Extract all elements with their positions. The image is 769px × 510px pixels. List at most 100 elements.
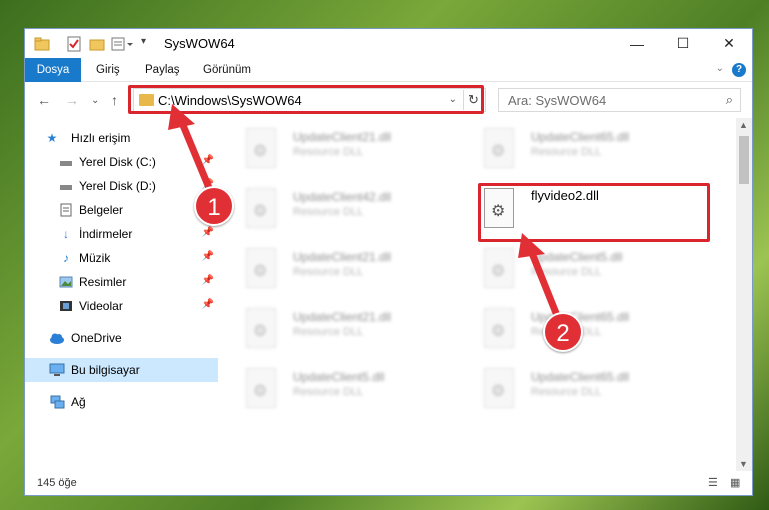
drive-icon (59, 179, 73, 193)
star-icon: ★ (46, 131, 58, 145)
gear-icon: ⚙ (253, 323, 268, 340)
sidebar-item-network[interactable]: Ağ (25, 390, 218, 414)
item-count: 145 öğe (37, 477, 77, 489)
file-name: UpdateClient65.dll (531, 370, 630, 384)
sidebar-item-label: Videolar (79, 299, 123, 313)
address-highlight-box (128, 85, 484, 114)
sidebar-item-label: Yerel Disk (D:) (79, 179, 156, 193)
sidebar-item-quick-access[interactable]: ★ Hızlı erişim (25, 126, 218, 150)
file-type: Resource DLL (293, 326, 364, 338)
file-type: Resource DLL (293, 266, 364, 278)
tab-view[interactable]: Görünüm (191, 58, 263, 82)
title-bar: ▾ SysWOW64 — ☐ ✕ (25, 29, 752, 58)
file-name: UpdateClient21.dll (293, 130, 392, 144)
annotation-badge-1: 1 (194, 186, 234, 226)
pin-icon: 📌 (201, 299, 214, 310)
sidebar-item-label: Ağ (71, 395, 86, 409)
vertical-scrollbar[interactable]: ▲ ▼ (736, 118, 752, 471)
file-tile[interactable]: ⚙ UpdateClient65.dll Resource DLL (456, 364, 686, 416)
qa-dropdown-icon[interactable]: ▾ (141, 36, 157, 52)
sidebar-item-disk-c[interactable]: Yerel Disk (C:) 📌 (25, 150, 218, 174)
file-tile[interactable]: ⚙ UpdateClient21.dll Resource DLL (218, 124, 448, 176)
scroll-up-icon[interactable]: ▲ (739, 120, 748, 130)
forward-arrow-icon[interactable]: → (65, 92, 79, 108)
sidebar-item-documents[interactable]: Belgeler 📌 (25, 198, 218, 222)
status-bar: 145 öğe ☰ ▦ (25, 471, 752, 495)
sidebar-item-label: Müzik (79, 251, 111, 265)
file-name: UpdateClient42.dll (293, 190, 392, 204)
maximize-button[interactable]: ☐ (660, 29, 706, 58)
file-type: Resource DLL (293, 386, 364, 398)
sidebar-item-label: Hızlı erişim (71, 131, 131, 145)
sidebar-item-pictures[interactable]: Resimler 📌 (25, 270, 218, 294)
dll-file-icon: ⚙ (246, 368, 276, 408)
folder-icon[interactable] (34, 36, 50, 52)
file-tile[interactable]: ⚙ UpdateClient21.dll Resource DLL (218, 244, 448, 296)
gear-icon: ⚙ (491, 143, 506, 160)
sidebar-item-label: Resimler (79, 275, 127, 289)
sidebar-item-music[interactable]: ♪ Müzik 📌 (25, 246, 218, 270)
file-tile[interactable]: ⚙ UpdateClient5.dll Resource DLL (218, 364, 448, 416)
collapse-ribbon-icon[interactable]: ⌄ (716, 63, 724, 74)
drive-icon (59, 155, 73, 169)
file-name: UpdateClient5.dll (531, 250, 623, 264)
pin-icon: 📌 (201, 251, 214, 262)
computer-icon (49, 363, 65, 377)
scroll-down-icon[interactable]: ▼ (739, 459, 748, 469)
new-folder-icon[interactable] (89, 36, 105, 52)
gear-icon: ⚙ (491, 383, 506, 400)
dll-file-icon: ⚙ (246, 188, 276, 228)
picture-icon (59, 275, 73, 289)
download-icon: ↓ (63, 227, 69, 241)
search-placeholder[interactable]: Ara: SysWOW64 (508, 93, 606, 108)
file-type: Resource DLL (531, 146, 602, 158)
file-tile[interactable]: ⚙ UpdateClient5.dll Resource DLL (456, 244, 686, 296)
gear-icon: ⚙ (253, 203, 268, 220)
file-name: UpdateClient21.dll (293, 310, 392, 324)
sidebar-item-onedrive[interactable]: OneDrive (25, 326, 218, 350)
gear-icon: ⚙ (253, 263, 268, 280)
scrollbar-thumb[interactable] (739, 136, 749, 184)
ribbon: Dosya Giriş Paylaş Görünüm ⌄ ? (25, 58, 752, 82)
file-type: Resource DLL (531, 386, 602, 398)
tab-home[interactable]: Giriş (84, 58, 132, 82)
minimize-button[interactable]: — (614, 29, 660, 58)
gear-icon: ⚙ (491, 323, 506, 340)
help-button[interactable]: ? (732, 63, 746, 77)
sidebar-item-downloads[interactable]: ↓ İndirmeler 📌 (25, 222, 218, 246)
sidebar-item-label: Bu bilgisayar (71, 363, 140, 377)
video-icon (59, 299, 73, 313)
large-icons-view-icon[interactable]: ▦ (730, 476, 744, 489)
sidebar-item-disk-d[interactable]: Yerel Disk (D:) 📌 (25, 174, 218, 198)
network-icon (49, 395, 65, 409)
file-type: Resource DLL (531, 266, 602, 278)
close-button[interactable]: ✕ (706, 29, 752, 58)
dll-file-icon: ⚙ (484, 368, 514, 408)
sidebar-item-label: OneDrive (71, 331, 122, 345)
file-tile[interactable]: ⚙ UpdateClient42.dll Resource DLL (218, 184, 448, 236)
cloud-icon (49, 331, 64, 345)
search-icon[interactable]: ⌕ (726, 92, 733, 108)
dll-file-icon: ⚙ (246, 128, 276, 168)
search-box[interactable]: Ara: SysWOW64 ⌕ (498, 88, 741, 112)
tab-file[interactable]: Dosya (25, 58, 81, 82)
file-name: UpdateClient5.dll (293, 370, 385, 384)
annotation-badge-2: 2 (543, 312, 583, 352)
dll-file-icon: ⚙ (484, 248, 514, 288)
customize-icon[interactable] (111, 36, 139, 52)
back-arrow-icon[interactable]: ← (37, 92, 51, 108)
properties-check-icon[interactable] (66, 36, 82, 52)
sidebar-item-label: İndirmeler (79, 227, 133, 241)
recent-dropdown-icon[interactable]: ⌄ (91, 95, 99, 106)
details-view-icon[interactable]: ☰ (708, 476, 722, 489)
sidebar-item-videos[interactable]: Videolar 📌 (25, 294, 218, 318)
sidebar-item-label: Yerel Disk (C:) (79, 155, 156, 169)
file-name: UpdateClient21.dll (293, 250, 392, 264)
file-tile[interactable]: ⚙ UpdateClient21.dll Resource DLL (218, 304, 448, 356)
up-arrow-icon[interactable]: ↑ (111, 92, 118, 108)
file-tile[interactable]: ⚙ UpdateClient65.dll Resource DLL (456, 124, 686, 176)
sidebar-item-this-pc[interactable]: Bu bilgisayar (25, 358, 218, 382)
tab-share[interactable]: Paylaş (133, 58, 192, 82)
music-icon: ♪ (63, 251, 69, 265)
window-title: SysWOW64 (164, 36, 235, 51)
